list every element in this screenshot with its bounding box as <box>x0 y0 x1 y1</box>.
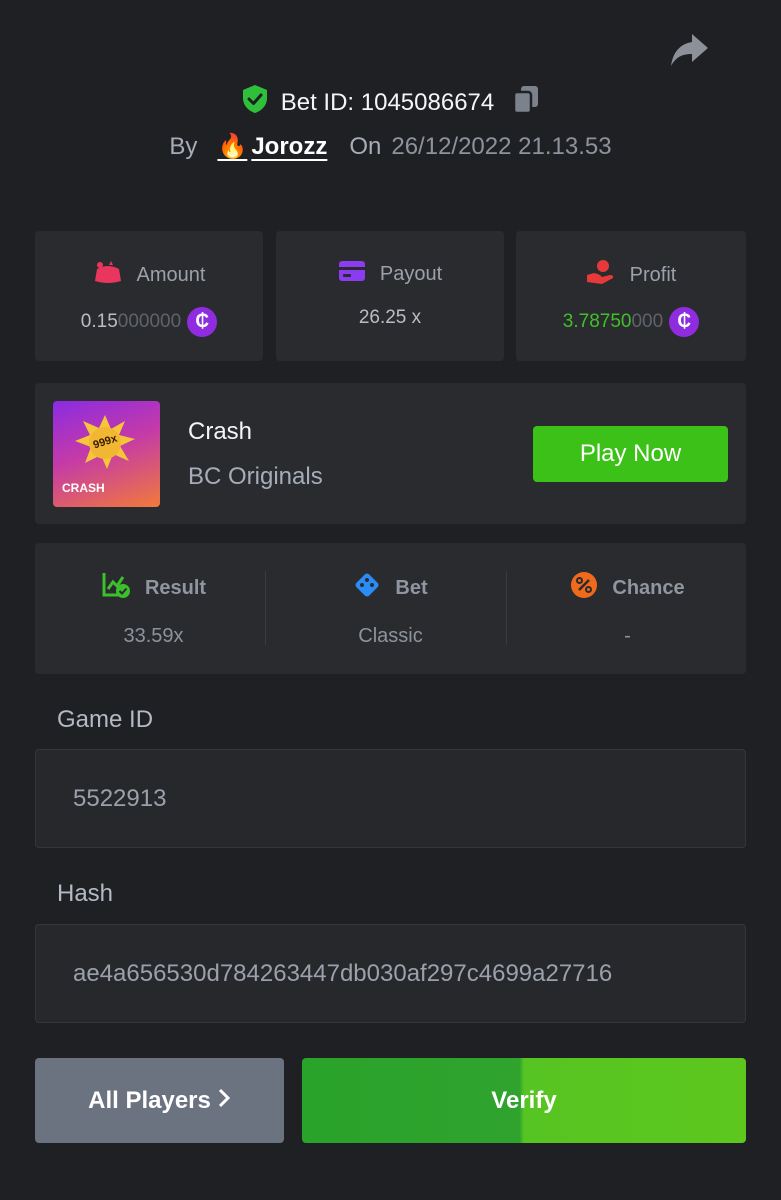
payout-card: Payout 26.25 x <box>276 231 504 361</box>
bet-meta-row: By 🔥 Jorozz On 26/12/2022 21.13.53 <box>0 132 781 161</box>
bet-cell: Bet Classic <box>272 543 509 674</box>
divider <box>265 571 266 645</box>
chance-value: - <box>624 625 631 647</box>
bet-datetime: 26/12/2022 21.13.53 <box>391 132 612 160</box>
amount-card: Amount 0.15000000 ₵ <box>35 231 263 361</box>
on-label: On <box>349 132 382 160</box>
amount-value: 0.15000000 <box>80 311 182 332</box>
coin-icon: ₵ <box>669 307 700 337</box>
game-id-label: Game ID <box>57 706 154 733</box>
bet-label: Bet <box>395 576 428 599</box>
hash-label: Hash <box>57 880 114 907</box>
all-players-label: All Players <box>88 1086 211 1114</box>
chart-check-icon <box>101 571 131 605</box>
game-card: 999x CRASH Crash BC Originals Play Now <box>35 383 746 524</box>
profit-value: 3.78750000 <box>562 311 664 332</box>
result-label: Result <box>144 576 207 599</box>
hash-field[interactable]: ae4a656530d784263447db030af297c4699a2771… <box>35 924 746 1023</box>
bet-id-row: Bet ID: 1045086674 <box>0 84 781 121</box>
copy-icon[interactable] <box>512 84 540 121</box>
fire-icon: 🔥 <box>217 133 248 160</box>
payout-label: Payout <box>379 262 443 285</box>
money-bag-icon <box>93 259 123 291</box>
crash-game-thumbnail[interactable]: 999x CRASH <box>53 401 160 507</box>
amount-label: Amount <box>136 263 206 286</box>
username: Jorozz <box>251 132 328 160</box>
hand-coin-icon <box>586 259 616 291</box>
bet-id: Bet ID: 1045086674 <box>280 88 495 116</box>
verify-button[interactable]: Verify <box>302 1058 746 1143</box>
dice-icon <box>353 571 381 605</box>
result-value: 33.59x <box>123 625 184 647</box>
profit-card: Profit 3.78750000 ₵ <box>516 231 746 361</box>
play-now-button[interactable]: Play Now <box>533 426 728 482</box>
chance-cell: Chance - <box>509 543 746 674</box>
result-cell: Result 33.59x <box>35 543 272 674</box>
profit-label: Profit <box>629 263 677 286</box>
user-link[interactable]: 🔥 Jorozz <box>217 132 327 161</box>
wallet-icon <box>338 259 366 289</box>
bet-details-card: Result 33.59x Bet Classic Chance - <box>35 543 746 674</box>
chevron-right-icon <box>217 1087 231 1115</box>
share-icon[interactable] <box>668 30 712 70</box>
game-name: Crash <box>188 418 253 445</box>
percent-icon <box>570 571 598 605</box>
coin-icon: ₵ <box>187 307 218 337</box>
divider <box>506 571 507 645</box>
thumb-label: CRASH <box>62 481 105 495</box>
bet-value: Classic <box>358 625 423 647</box>
chance-label: Chance <box>612 576 685 599</box>
game-provider: BC Originals <box>188 463 323 490</box>
payout-value: 26.25 x <box>358 307 422 328</box>
game-id-field[interactable]: 5522913 <box>35 749 746 848</box>
by-label: By <box>169 132 198 160</box>
verified-shield-icon <box>241 84 269 121</box>
all-players-button[interactable]: All Players <box>35 1058 284 1143</box>
